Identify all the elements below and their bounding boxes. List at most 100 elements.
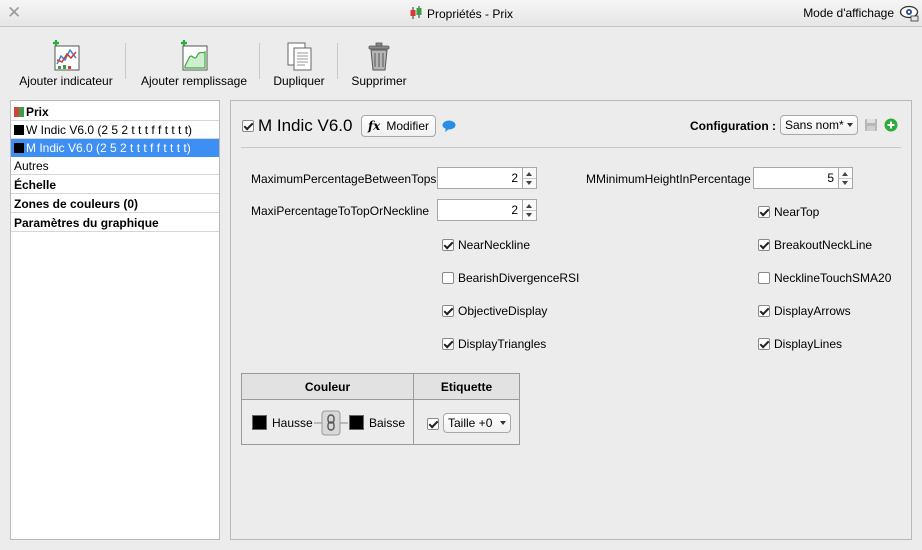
min-height-label: MMinimumHeightInPercentage — [586, 172, 751, 186]
checkbox[interactable] — [758, 338, 770, 350]
spinner-up-icon[interactable] — [526, 204, 532, 208]
price-series-icon — [14, 107, 24, 117]
near-neckline-checkbox[interactable]: NearNeckline — [442, 238, 530, 252]
add-indicator-label: Ajouter indicateur — [19, 74, 113, 88]
save-icon[interactable] — [864, 118, 878, 132]
trash-icon — [368, 42, 390, 71]
min-height-spinner[interactable]: 5 — [753, 167, 853, 189]
checkbox[interactable] — [758, 272, 770, 284]
spinner-arrows[interactable] — [839, 167, 853, 189]
tree-item-echelle[interactable]: Échelle — [11, 176, 219, 194]
tree-item-label: Autres — [14, 159, 49, 173]
configuration-label: Configuration : — [690, 119, 776, 133]
checkbox[interactable] — [758, 305, 770, 317]
duplicate-button[interactable]: Dupliquer — [266, 28, 332, 94]
objective-display-label: ObjectiveDisplay — [458, 304, 548, 318]
tree-item-label: Zones de couleurs (0) — [14, 197, 139, 211]
configuration-select[interactable]: Sans nom* — [780, 115, 858, 135]
display-triangles-checkbox[interactable]: DisplayTriangles — [442, 337, 546, 351]
checkbox[interactable] — [442, 272, 454, 284]
spinner-divider — [523, 178, 536, 179]
breakout-neckline-label: BreakoutNeckLine — [774, 238, 873, 252]
tree-item-label: Échelle — [14, 178, 57, 192]
min-height-value[interactable]: 5 — [753, 167, 839, 189]
label-size-select[interactable]: Taille +0 — [443, 413, 511, 433]
display-triangles-label: DisplayTriangles — [458, 337, 547, 351]
checkbox[interactable] — [442, 338, 454, 350]
candlestick-icon — [410, 6, 422, 19]
max-pct-tops-spinner[interactable]: 2 — [437, 167, 537, 189]
delete-button[interactable]: Supprimer — [344, 28, 414, 94]
modify-label: Modifier — [386, 119, 430, 133]
down-label: Baisse — [369, 416, 406, 430]
maxi-pct-neckline-spinner[interactable]: 2 — [437, 199, 537, 221]
maxi-pct-neckline-label: MaxiPercentageToTopOrNeckline — [251, 204, 430, 218]
series-color-swatch — [14, 125, 24, 135]
spinner-down-icon[interactable] — [842, 181, 848, 185]
up-label: Hausse — [272, 416, 313, 430]
spinner-arrows[interactable] — [523, 199, 537, 221]
breakout-neckline-checkbox[interactable]: BreakoutNeckLine — [758, 238, 872, 252]
objective-display-checkbox[interactable]: ObjectiveDisplay — [442, 304, 547, 318]
max-pct-tops-label: MaximumPercentageBetweenTops — [251, 172, 437, 186]
tree-item-chart-settings[interactable]: Paramètres du graphique — [11, 214, 219, 232]
delete-label: Supprimer — [351, 74, 407, 88]
spinner-arrows[interactable] — [523, 167, 537, 189]
neckline-touch-label: NecklineTouchSMA20 — [774, 271, 892, 285]
title-bar: ✕ Propriétés - Prix Mode d'affichage — [0, 0, 922, 27]
column-divider — [413, 374, 414, 444]
color-table-header: Couleur Etiquette — [242, 374, 519, 400]
eye-icon[interactable] — [899, 4, 919, 22]
near-neckline-label: NearNeckline — [458, 238, 531, 252]
indicator-enabled-checkbox[interactable] — [242, 120, 254, 132]
add-fill-button[interactable]: Ajouter remplissage — [134, 28, 254, 94]
column-header-color: Couleur — [304, 380, 351, 394]
near-top-checkbox[interactable]: NearTop — [758, 205, 819, 219]
tree-item-m-indic[interactable]: M Indic V6.0 (2 5 2 t t t f f t t t t) — [11, 139, 219, 157]
down-color-swatch[interactable] — [349, 415, 364, 430]
checkbox[interactable] — [758, 206, 770, 218]
display-lines-label: DisplayLines — [774, 337, 843, 351]
spinner-up-icon[interactable] — [842, 172, 848, 176]
duplicate-icon — [287, 42, 312, 71]
tree-item-prix[interactable]: Prix — [11, 103, 219, 121]
chevron-down-icon — [847, 123, 853, 127]
max-pct-tops-value[interactable]: 2 — [437, 167, 523, 189]
near-top-label: NearTop — [774, 205, 820, 219]
display-lines-checkbox[interactable]: DisplayLines — [758, 337, 842, 351]
tree-item-w-indic[interactable]: W Indic V6.0 (2 5 2 t t t f f t t t t) — [11, 121, 219, 139]
toolbar-separator — [337, 43, 338, 79]
comment-bubble-icon[interactable] — [442, 120, 456, 132]
add-fill-label: Ajouter remplissage — [140, 74, 248, 88]
label-enabled-checkbox[interactable] — [427, 418, 439, 430]
link-colors-icon[interactable] — [314, 410, 348, 436]
display-mode-label[interactable]: Mode d'affichage — [803, 6, 894, 20]
spinner-down-icon[interactable] — [526, 181, 532, 185]
spinner-down-icon[interactable] — [526, 213, 532, 217]
display-arrows-checkbox[interactable]: DisplayArrows — [758, 304, 851, 318]
series-color-swatch — [14, 143, 24, 153]
window-title-wrap: Propriétés - Prix — [0, 6, 922, 21]
spinner-divider — [839, 178, 852, 179]
checkbox[interactable] — [442, 305, 454, 317]
bearish-divergence-checkbox[interactable]: BearishDivergenceRSI — [442, 271, 579, 285]
neckline-touch-checkbox[interactable]: NecklineTouchSMA20 — [758, 271, 891, 285]
label-size-value: Taille +0 — [448, 416, 493, 430]
tree-item-color-zones[interactable]: Zones de couleurs (0) — [11, 195, 219, 213]
spinner-up-icon[interactable] — [526, 172, 532, 176]
maxi-pct-neckline-value[interactable]: 2 — [437, 199, 523, 221]
indicator-title: M Indic V6.0 — [258, 116, 353, 135]
add-configuration-icon[interactable] — [884, 118, 898, 132]
tree-item-label: W Indic V6.0 (2 5 2 t t t f f t t t t) — [26, 123, 193, 137]
toolbar: Ajouter indicateur Ajouter remplissage D… — [0, 28, 922, 94]
tree-item-label: M Indic V6.0 (2 5 2 t t t f f t t t t) — [26, 141, 191, 155]
modify-button[interactable]: fx Modifier — [361, 115, 437, 137]
tree-item-autres[interactable]: Autres — [11, 157, 219, 175]
column-header-label: Etiquette — [440, 380, 493, 394]
add-indicator-button[interactable]: Ajouter indicateur — [12, 28, 120, 94]
up-color-swatch[interactable] — [252, 415, 267, 430]
checkbox[interactable] — [442, 239, 454, 251]
toolbar-separator — [259, 43, 260, 79]
checkbox[interactable] — [758, 239, 770, 251]
bearish-divergence-label: BearishDivergenceRSI — [458, 271, 580, 285]
